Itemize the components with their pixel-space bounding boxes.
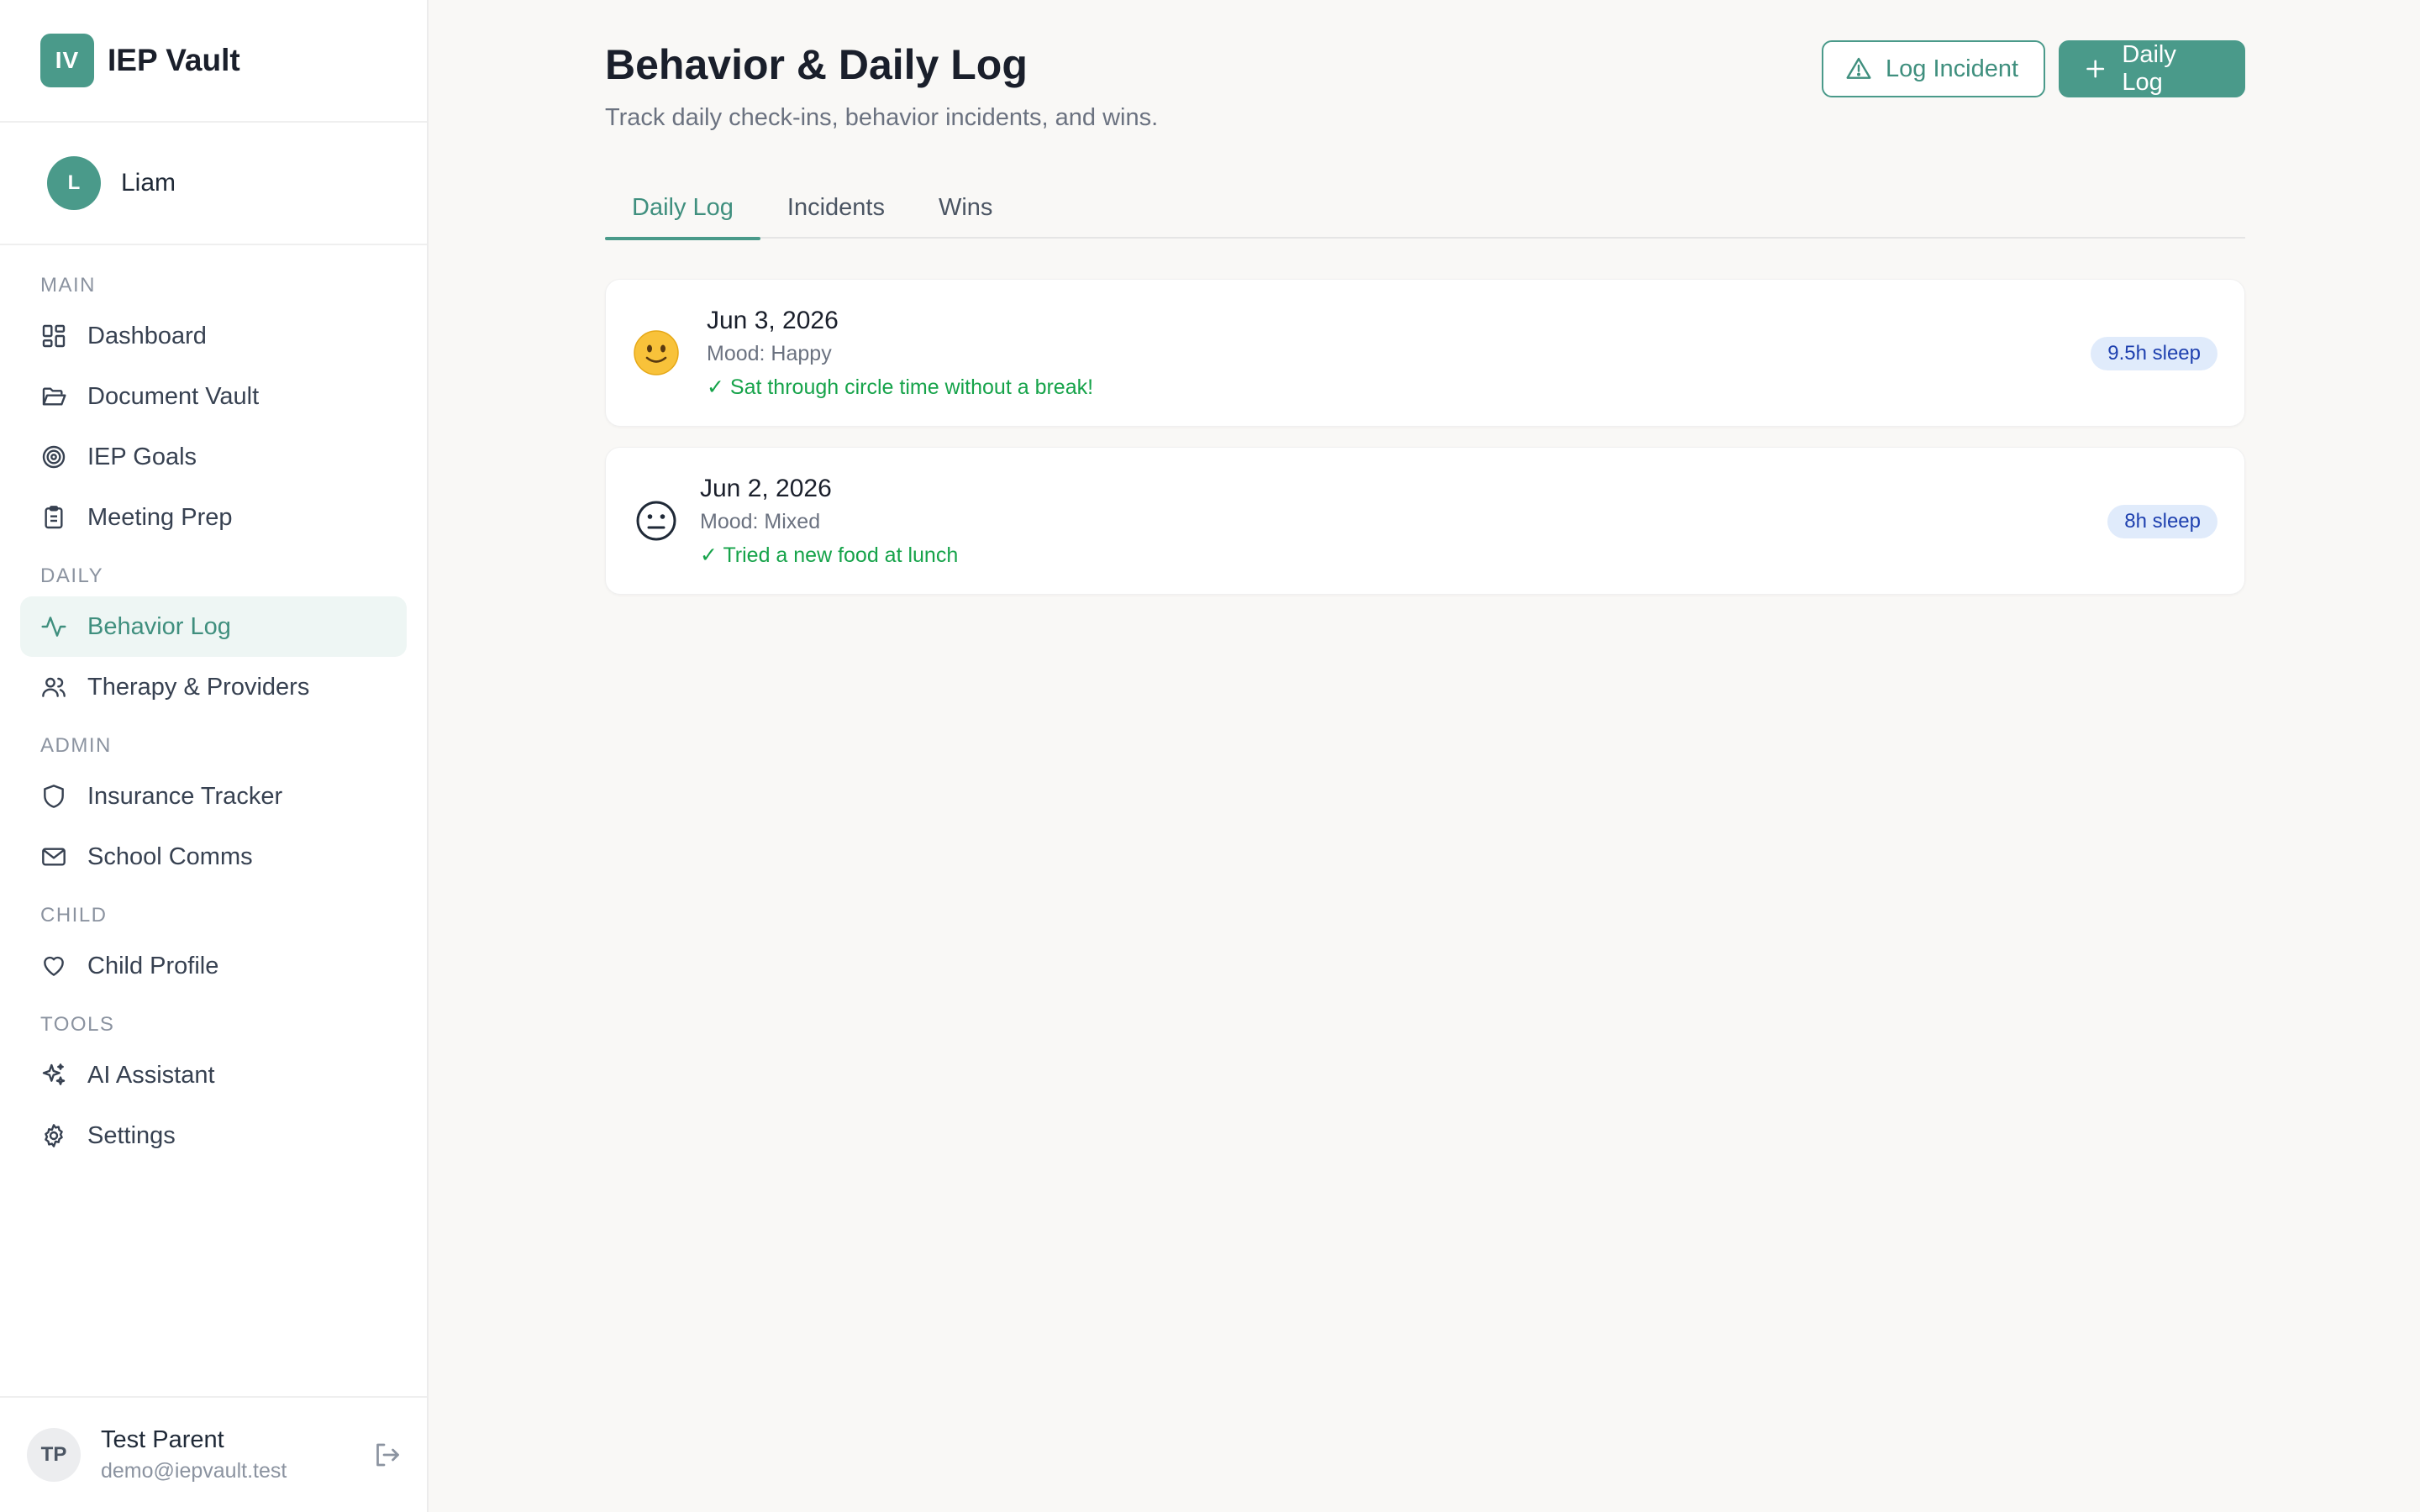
nav-section-admin: ADMIN bbox=[40, 734, 112, 757]
nav-section-tools: TOOLS bbox=[40, 1013, 115, 1036]
log-date: Jun 2, 2026 bbox=[700, 474, 832, 502]
list-item[interactable]: Jun 3, 2026 Mood: Happy ✓ Sat through ci… bbox=[605, 279, 2245, 427]
logout-icon[interactable] bbox=[371, 1440, 402, 1470]
shield-icon bbox=[40, 783, 67, 810]
user-footer: TP Test Parent demo@iepvault.test bbox=[0, 1396, 427, 1512]
sidebar-item-insurance-tracker[interactable]: Insurance Tracker bbox=[20, 766, 407, 827]
child-avatar: L bbox=[47, 156, 101, 210]
sidebar-item-iep-goals[interactable]: IEP Goals bbox=[20, 427, 407, 487]
child-selector[interactable]: L Liam bbox=[0, 123, 427, 245]
log-text: Jun 3, 2026 Mood: Happy ✓ Sat through ci… bbox=[707, 307, 1093, 400]
sidebar-item-therapy-providers[interactable]: Therapy & Providers bbox=[20, 657, 407, 717]
sidebar-item-label: Behavior Log bbox=[87, 612, 231, 640]
user-email: demo@iepvault.test bbox=[101, 1459, 287, 1483]
app-logo: IV bbox=[40, 34, 94, 87]
page-title: Behavior & Daily Log bbox=[605, 41, 1028, 88]
app-name: IEP Vault bbox=[108, 43, 240, 77]
nav-section-main: MAIN bbox=[40, 274, 96, 297]
sidebar-item-label: IEP Goals bbox=[87, 443, 197, 470]
page-subtitle: Track daily check-ins, behavior incident… bbox=[605, 104, 1159, 131]
sidebar-item-settings[interactable]: Settings bbox=[20, 1105, 407, 1166]
sidebar: IV IEP Vault L Liam MAIN Dashboard Docum… bbox=[0, 0, 429, 1512]
sidebar-item-label: Dashboard bbox=[87, 322, 207, 349]
gear-icon bbox=[40, 1122, 67, 1149]
nav-section-daily: DAILY bbox=[40, 564, 104, 587]
sidebar-item-label: Child Profile bbox=[87, 952, 219, 979]
sidebar-item-label: Insurance Tracker bbox=[87, 782, 283, 810]
log-date: Jun 3, 2026 bbox=[707, 306, 839, 334]
target-icon bbox=[40, 444, 67, 470]
heart-icon bbox=[40, 953, 67, 979]
tab-daily-log[interactable]: Daily Log bbox=[605, 176, 760, 240]
neutral-face-icon bbox=[633, 497, 680, 544]
tab-bar: Daily Log Incidents Wins bbox=[605, 176, 2245, 240]
user-info: Test Parent demo@iepvault.test bbox=[101, 1426, 287, 1483]
sidebar-item-label: Settings bbox=[87, 1121, 176, 1149]
sidebar-item-behavior-log[interactable]: Behavior Log bbox=[20, 596, 407, 657]
daily-log-button[interactable]: Daily Log bbox=[2059, 40, 2245, 97]
daily-log-label: Daily Log bbox=[2122, 41, 2176, 96]
smile-emoji-icon bbox=[633, 329, 680, 376]
folder-open-icon bbox=[40, 383, 67, 410]
sidebar-item-document-vault[interactable]: Document Vault bbox=[20, 366, 407, 427]
grid-icon bbox=[40, 323, 67, 349]
sidebar-item-ai-assistant[interactable]: AI Assistant bbox=[20, 1045, 407, 1105]
nav-section-child: CHILD bbox=[40, 904, 108, 927]
sidebar-item-child-profile[interactable]: Child Profile bbox=[20, 936, 407, 996]
daily-log-list: Jun 3, 2026 Mood: Happy ✓ Sat through ci… bbox=[605, 279, 2245, 595]
sleep-badge: 8h sleep bbox=[2107, 505, 2217, 538]
sidebar-item-label: Therapy & Providers bbox=[87, 673, 310, 701]
sparkles-icon bbox=[40, 1062, 67, 1089]
sidebar-item-label: School Comms bbox=[87, 843, 253, 870]
mail-icon bbox=[40, 843, 67, 870]
list-item[interactable]: Jun 2, 2026 Mood: Mixed ✓ Tried a new fo… bbox=[605, 447, 2245, 595]
log-win: ✓ Sat through circle time without a brea… bbox=[707, 375, 1094, 399]
brand[interactable]: IV IEP Vault bbox=[0, 0, 427, 123]
user-avatar: TP bbox=[27, 1428, 81, 1482]
sidebar-item-school-comms[interactable]: School Comms bbox=[20, 827, 407, 887]
users-icon bbox=[40, 674, 67, 701]
log-mood: Mood: Mixed bbox=[700, 509, 821, 533]
log-incident-label: Log Incident bbox=[1886, 55, 2019, 82]
sidebar-nav: MAIN Dashboard Document Vault IEP Goals … bbox=[0, 245, 427, 1166]
sidebar-item-meeting-prep[interactable]: Meeting Prep bbox=[20, 487, 407, 548]
tab-incidents[interactable]: Incidents bbox=[760, 176, 912, 239]
clipboard-icon bbox=[40, 504, 67, 531]
log-mood: Mood: Happy bbox=[707, 341, 832, 365]
alert-triangle-icon bbox=[1846, 57, 1871, 79]
sleep-badge: 9.5h sleep bbox=[2091, 337, 2217, 370]
log-incident-button[interactable]: Log Incident bbox=[1822, 40, 2045, 97]
sidebar-item-dashboard[interactable]: Dashboard bbox=[20, 306, 407, 366]
log-text: Jun 2, 2026 Mood: Mixed ✓ Tried a new fo… bbox=[700, 475, 958, 568]
sidebar-item-label: Meeting Prep bbox=[87, 503, 233, 531]
sidebar-item-label: Document Vault bbox=[87, 382, 260, 410]
log-win: ✓ Tried a new food at lunch bbox=[700, 543, 959, 567]
tab-wins[interactable]: Wins bbox=[912, 176, 1019, 239]
page-header: Behavior & Daily Log Track daily check-i… bbox=[605, 0, 2245, 176]
user-name: Test Parent bbox=[101, 1426, 224, 1453]
sidebar-item-label: AI Assistant bbox=[87, 1061, 215, 1089]
main-content: Behavior & Daily Log Track daily check-i… bbox=[605, 0, 2245, 615]
activity-icon bbox=[40, 613, 67, 640]
plus-icon bbox=[2086, 60, 2105, 78]
child-name: Liam bbox=[121, 169, 176, 197]
